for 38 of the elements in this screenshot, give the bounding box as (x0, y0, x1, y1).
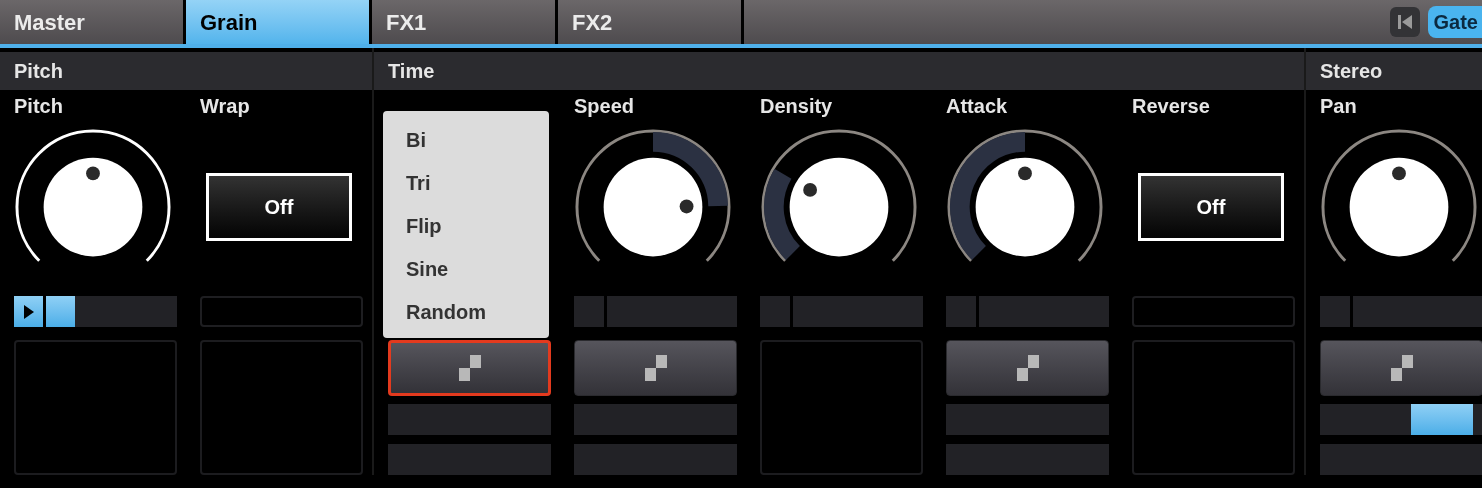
step-icon (1016, 355, 1039, 381)
step-icon (644, 355, 667, 381)
step-button[interactable] (946, 340, 1109, 396)
tab[interactable]: Grain (186, 0, 372, 44)
slot-square[interactable] (574, 296, 604, 327)
step-button[interactable] (574, 340, 737, 396)
range-thumb[interactable] (1411, 404, 1474, 435)
menu-item[interactable]: Random (406, 296, 486, 327)
slot-square[interactable] (1320, 296, 1350, 327)
section-title: Time (388, 59, 435, 84)
parameter-label: Wrap (200, 95, 250, 117)
parameter-label: Attack (946, 95, 1008, 117)
menu-item[interactable]: Sine (406, 253, 449, 284)
play-icon (23, 304, 34, 319)
slot-bar[interactable] (1320, 404, 1482, 435)
slot-square[interactable] (946, 296, 976, 327)
step-button[interactable] (388, 340, 551, 396)
step-icon (1390, 355, 1413, 381)
section-title: Pitch (14, 59, 63, 84)
toggle-button[interactable]: Off (206, 173, 352, 241)
menu-item[interactable]: Bi (406, 124, 426, 155)
step-icon (458, 355, 481, 381)
slot-square[interactable] (760, 296, 790, 327)
parameter-label: Reverse (1132, 95, 1210, 117)
modulation-track[interactable] (46, 296, 177, 327)
section-title: Stereo (1320, 59, 1383, 84)
parameter-label: Pitch (14, 95, 63, 117)
parameter-label: Speed (574, 95, 635, 117)
play-button[interactable] (14, 296, 43, 327)
menu-item[interactable]: Flip (406, 210, 442, 241)
step-button[interactable] (1320, 340, 1482, 396)
parameter-label: Pan (1320, 95, 1357, 117)
skip-back-button[interactable] (1389, 7, 1420, 37)
menu-item[interactable]: Tri (406, 167, 431, 198)
parameter-label: Density (760, 95, 833, 117)
gate-button[interactable]: Gate (1427, 6, 1482, 38)
skip-back-icon (1397, 15, 1412, 29)
toggle-button[interactable]: Off (1138, 173, 1284, 241)
